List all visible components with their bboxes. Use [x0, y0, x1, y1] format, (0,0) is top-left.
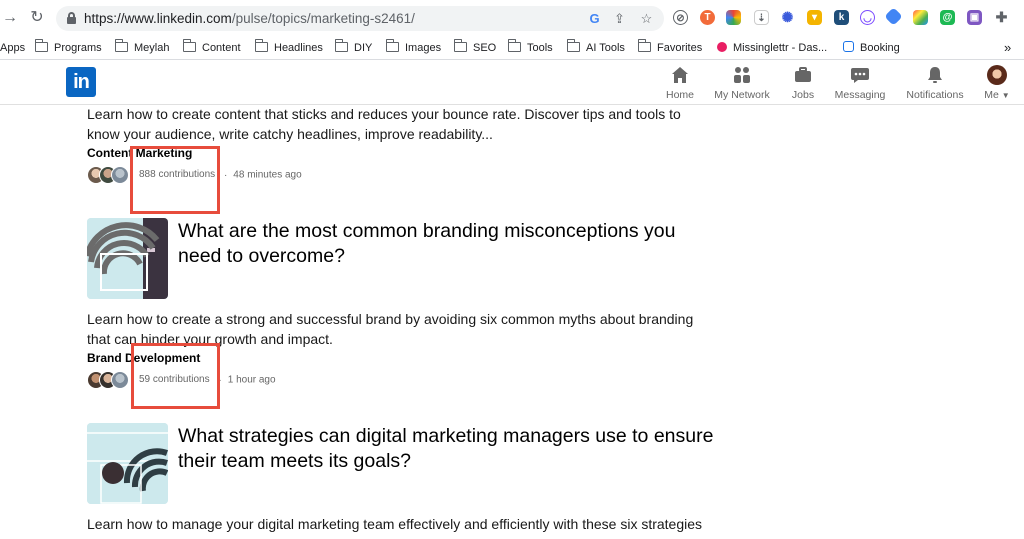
- contributor-avatars[interactable]: [87, 370, 133, 390]
- folder-icon: [182, 39, 196, 52]
- share-icon[interactable]: ⇪: [611, 10, 628, 27]
- folder-icon: [385, 39, 399, 52]
- folder-icon: [114, 39, 128, 52]
- bookmark-folder[interactable]: Headlines: [254, 39, 323, 56]
- extension-icon[interactable]: k: [834, 10, 849, 25]
- contributor-avatars[interactable]: [87, 165, 133, 185]
- bookmark-folder[interactable]: Favorites: [637, 39, 702, 56]
- bookmark-folder[interactable]: Images: [385, 39, 441, 56]
- article-thumbnail[interactable]: [87, 218, 168, 299]
- extension-icon[interactable]: ✺: [780, 10, 795, 25]
- linkedin-logo[interactable]: in: [66, 67, 96, 97]
- folder-icon: [566, 39, 580, 52]
- extension-icon[interactable]: ⇣: [754, 10, 769, 25]
- bookmark-folder[interactable]: SEO: [453, 39, 496, 56]
- nav-me[interactable]: Me ▼: [982, 65, 1012, 103]
- briefcase-icon: [795, 67, 811, 82]
- missinglettr-icon: [717, 42, 727, 52]
- bookmark-folder[interactable]: Tools: [507, 39, 553, 56]
- nav-my-network[interactable]: My Network: [712, 65, 772, 103]
- extension-icon[interactable]: ◡: [860, 10, 875, 25]
- lock-icon[interactable]: [67, 12, 76, 24]
- linkedin-global-nav: in Home My Network Jobs Messaging Notifi…: [0, 60, 1024, 105]
- article-description: Learn how to create content that sticks …: [87, 106, 681, 142]
- folder-icon: [334, 39, 348, 52]
- bookmark-folder[interactable]: Meylah: [114, 39, 169, 56]
- article-thumbnail-image: [87, 218, 168, 299]
- nav-notifications[interactable]: Notifications: [902, 65, 968, 103]
- folder-icon: [254, 39, 268, 52]
- extension-icon[interactable]: [913, 10, 928, 25]
- home-icon: [672, 67, 688, 83]
- bookmarks-bar: Apps Programs Meylah Content Headlines D…: [0, 36, 1024, 60]
- bookmark-folder[interactable]: Programs: [34, 39, 102, 56]
- extension-icon[interactable]: ▾: [807, 10, 822, 25]
- highlight-box: [131, 343, 220, 409]
- timestamp: 48 minutes ago: [233, 169, 302, 181]
- bookmark-folder[interactable]: DIY: [334, 39, 372, 56]
- extension-icon[interactable]: [884, 7, 903, 26]
- article-thumbnail[interactable]: [87, 423, 168, 504]
- caret-down-icon: ▼: [1001, 91, 1010, 100]
- browser-toolbar: → ↻ https://www.linkedin.com/pulse/topic…: [0, 0, 1024, 36]
- more-bookmarks-icon[interactable]: »: [1004, 40, 1011, 56]
- bookmark-folder[interactable]: AI Tools: [566, 39, 625, 56]
- extension-icon[interactable]: T: [700, 10, 715, 25]
- nav-messaging[interactable]: Messaging: [832, 65, 888, 103]
- nav-label: Home: [665, 89, 694, 101]
- nav-label: Me ▼: [984, 89, 1010, 101]
- folder-icon: [34, 39, 48, 52]
- nav-label: Notifications: [906, 89, 964, 101]
- folder-icon: [453, 39, 467, 52]
- nav-home[interactable]: Home: [664, 65, 696, 103]
- article-thumbnail-image: [87, 423, 168, 504]
- separator: ·: [223, 169, 228, 181]
- avatar: [111, 166, 129, 184]
- folder-icon: [637, 39, 651, 52]
- nav-label: My Network: [714, 89, 770, 101]
- extension-icon[interactable]: [726, 10, 741, 25]
- forward-icon[interactable]: →: [0, 8, 20, 28]
- highlight-box: [130, 146, 220, 214]
- address-bar[interactable]: https://www.linkedin.com/pulse/topics/ma…: [56, 6, 664, 31]
- reload-icon[interactable]: ↻: [27, 8, 47, 28]
- article-title[interactable]: What are the most common branding miscon…: [178, 219, 718, 269]
- nav-jobs[interactable]: Jobs: [788, 65, 818, 103]
- bookmark-booking[interactable]: Booking: [843, 40, 900, 56]
- folder-icon: [507, 39, 521, 52]
- extension-icon[interactable]: ▣: [967, 10, 982, 25]
- article-description: Learn how to manage your digital marketi…: [87, 516, 703, 532]
- url-text[interactable]: https://www.linkedin.com/pulse/topics/ma…: [84, 11, 415, 26]
- nav-label: Messaging: [834, 89, 886, 101]
- network-icon: [734, 67, 750, 83]
- bookmark-apps[interactable]: Apps: [0, 40, 25, 56]
- google-translate-icon[interactable]: G: [586, 10, 603, 27]
- avatar: [987, 65, 1007, 85]
- puzzle-icon[interactable]: ✚: [994, 10, 1009, 25]
- bookmark-missinglettr[interactable]: Missinglettr - Das...: [717, 40, 827, 56]
- timestamp: 1 hour ago: [227, 374, 276, 386]
- bell-icon: [928, 67, 942, 83]
- article-title[interactable]: What strategies can digital marketing ma…: [178, 424, 718, 474]
- nav-label: Jobs: [791, 89, 815, 101]
- extension-icon[interactable]: ⊘: [673, 10, 688, 25]
- avatar: [111, 371, 129, 389]
- booking-icon: [843, 41, 854, 52]
- chat-icon: [851, 68, 869, 83]
- bookmark-star-icon[interactable]: ☆: [638, 10, 655, 27]
- bookmark-folder[interactable]: Content: [182, 39, 241, 56]
- extension-icon[interactable]: @: [940, 10, 955, 25]
